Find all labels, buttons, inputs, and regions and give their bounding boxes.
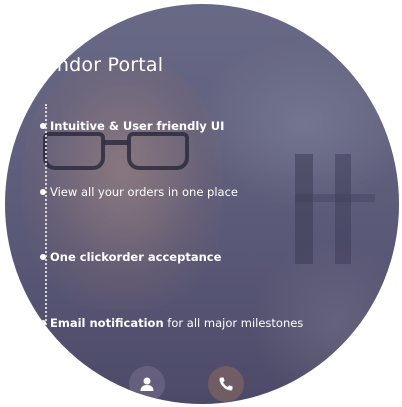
vendor-portal-stage: endor Portal Intuitive & User friendly U… bbox=[0, 0, 402, 407]
feature-item-email: Email notification for all major milesto… bbox=[40, 316, 303, 330]
feature-item-ui: Intuitive & User friendly UI bbox=[40, 119, 224, 133]
portal-title: endor Portal bbox=[45, 54, 164, 76]
bullet-dot bbox=[40, 189, 46, 195]
bullet-dot bbox=[40, 320, 46, 326]
feature-item-orders: View all your orders in one place bbox=[40, 185, 238, 199]
call-button[interactable] bbox=[208, 366, 244, 402]
bullet-dot bbox=[40, 123, 46, 129]
person-icon bbox=[140, 377, 154, 391]
circular-hero: endor Portal Intuitive & User friendly U… bbox=[5, 4, 399, 404]
phone-icon bbox=[219, 377, 233, 391]
feature-item-acceptance: One clickorder acceptance bbox=[40, 250, 221, 264]
bullet-dot bbox=[40, 254, 46, 260]
account-button[interactable] bbox=[129, 366, 165, 402]
timeline-line bbox=[45, 104, 47, 344]
